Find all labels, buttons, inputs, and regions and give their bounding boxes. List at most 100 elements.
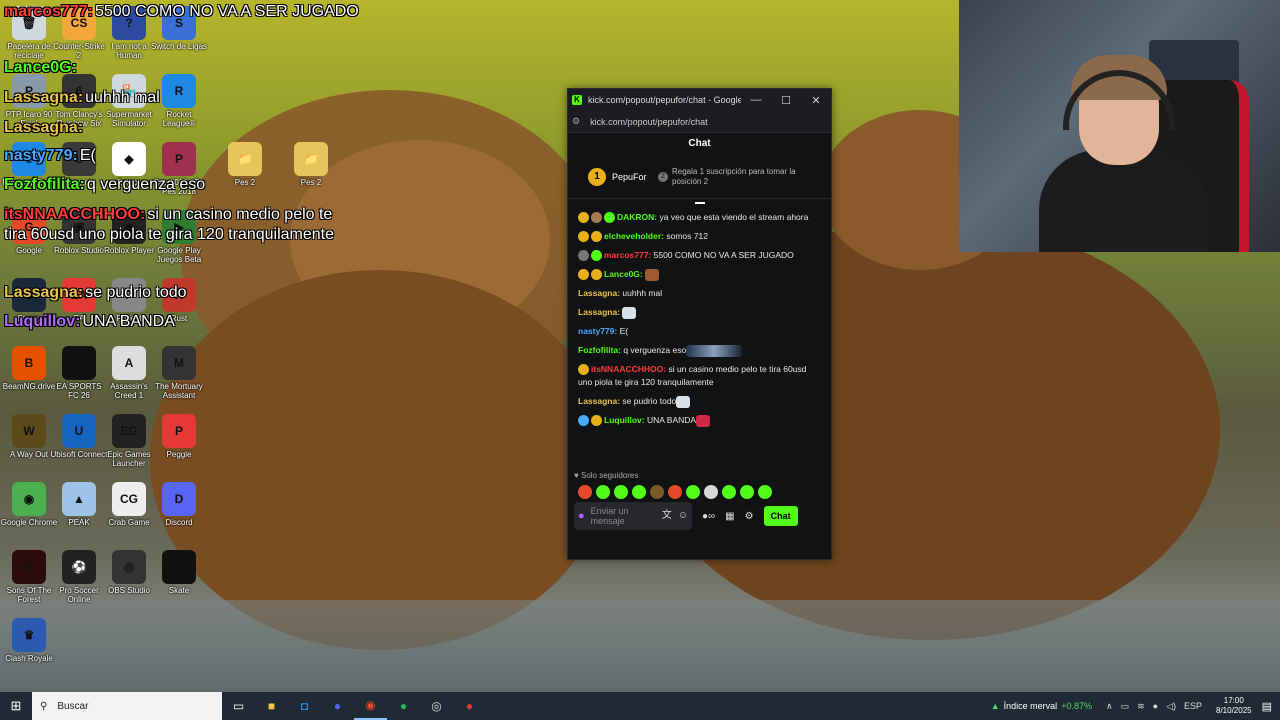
chat-username[interactable]: Lance0G:	[604, 269, 645, 279]
user-badge-icon	[578, 364, 589, 376]
desktop-shortcut[interactable]: 📁 Pes 2	[282, 142, 340, 187]
overlay-username: Lassagna:	[4, 89, 84, 106]
obs-icon[interactable]: ◎	[420, 692, 453, 720]
shortcut-label: Pes 2	[234, 178, 256, 187]
close-button[interactable]: ✕	[801, 94, 831, 107]
quick-emote-button[interactable]	[650, 485, 664, 499]
url-text[interactable]: kick.com/popout/pepufor/chat	[590, 117, 708, 127]
address-bar[interactable]: ⚙ kick.com/popout/pepufor/chat	[568, 111, 831, 133]
overlay-message: uuhhh mal	[85, 89, 160, 106]
chat-message[interactable]: itsNNAACCHHOO: si un casino medio pelo t…	[578, 363, 821, 389]
chat-message[interactable]: Luquillov: UNA BANDA	[578, 414, 821, 427]
chevron-up-icon[interactable]: ∧	[1106, 701, 1113, 712]
chat-username[interactable]: itsNNAACCHHOO:	[591, 364, 668, 374]
chat-popout-window[interactable]: K kick.com/popout/pepufor/chat - Google …	[567, 88, 832, 560]
chat-message[interactable]: Fozfofilita: q verguenza eso	[578, 344, 821, 357]
chat-message[interactable]: nasty779: E(	[578, 325, 821, 338]
discord-icon[interactable]: ●	[321, 692, 354, 720]
clock-date: 8/10/2025	[1216, 706, 1252, 715]
chat-message[interactable]: Lassagna: se pudrio todo	[578, 395, 821, 408]
language-indicator[interactable]: ESP	[1184, 701, 1202, 711]
chat-username[interactable]: marcos777:	[604, 250, 654, 260]
pinned-username[interactable]: PepuFor	[612, 172, 647, 182]
system-tray: ▲ Índice merval +0.87% ∧ ▭ ≋ ● ◁) ESP 17…	[987, 692, 1280, 720]
quick-emote-button[interactable]	[722, 485, 736, 499]
chat-text: ya veo que esta viendo el stream ahora	[659, 212, 809, 222]
followers-only-text: Solo seguidores	[580, 471, 639, 480]
recording-app-icon[interactable]: ●	[453, 692, 486, 720]
chat-message[interactable]: Lassagna: uuhhh mal	[578, 287, 821, 300]
send-chat-button[interactable]: Chat	[763, 506, 798, 526]
start-button[interactable]: ⊞	[0, 692, 32, 720]
chat-message[interactable]: Lassagna:	[578, 306, 821, 319]
overlay-username: Luquillov:	[4, 313, 81, 330]
chat-username[interactable]: Fozfofilita:	[578, 345, 623, 355]
file-explorer-icon[interactable]: ■	[255, 692, 288, 720]
users-icon[interactable]: ●∞	[702, 511, 715, 522]
overlay-chat-line: Lassagna: uuhhh mal	[4, 88, 160, 108]
microphone-icon[interactable]: ●	[578, 511, 585, 522]
chat-username[interactable]: Luquillov:	[604, 415, 647, 425]
chat-messages[interactable]: DAKRON: ya veo que esta viendo el stream…	[568, 199, 831, 469]
chat-username[interactable]: elcheveholder:	[604, 231, 666, 241]
task-view-icon[interactable]: ▭	[222, 692, 255, 720]
gift-icon[interactable]: ▦	[725, 511, 734, 522]
quick-emote-button[interactable]	[704, 485, 718, 499]
quick-emote-button[interactable]	[614, 485, 628, 499]
chat-input-placeholder[interactable]: Enviar un mensaje	[591, 506, 656, 526]
quick-emote-button[interactable]	[668, 485, 682, 499]
chrome-icon[interactable]: ◉	[354, 692, 387, 720]
quick-emote-button[interactable]	[632, 485, 646, 499]
chat-message[interactable]: Lance0G:	[578, 268, 821, 281]
store-icon[interactable]: ◘	[288, 692, 321, 720]
shortcut-icon: ⚽	[62, 550, 96, 584]
overlay-message: se pudrio todo	[85, 284, 187, 301]
stock-label[interactable]: Índice merval	[1004, 701, 1058, 711]
quick-emote-button[interactable]	[758, 485, 772, 499]
search-label: Buscar	[57, 700, 89, 712]
taskbar-search[interactable]: ⚲ Buscar	[32, 692, 222, 720]
site-settings-icon[interactable]: ⚙	[572, 116, 580, 127]
microphone-tray-icon[interactable]: ●	[1153, 701, 1158, 711]
gift-subscription-prompt[interactable]: 2 Regala 1 suscripción para tomar la pos…	[658, 167, 808, 187]
battery-icon[interactable]: ▭	[1121, 701, 1130, 712]
chat-username[interactable]: Lassagna:	[578, 307, 622, 317]
chat-username[interactable]: DAKRON:	[617, 212, 660, 222]
chat-input[interactable]: ● Enviar un mensaje 文 ☺	[574, 502, 692, 530]
user-badge-icon	[591, 415, 602, 427]
chat-text: somos 712	[666, 231, 708, 241]
emoji-icon[interactable]: ☺	[678, 511, 688, 521]
shortcut-label: Switch de Ligas	[150, 42, 208, 51]
quick-emote-button[interactable]	[686, 485, 700, 499]
pinned-subscriber-bar[interactable]: 1 PepuFor 2 Regala 1 suscripción para to…	[568, 155, 831, 199]
chat-username[interactable]: nasty779:	[578, 326, 620, 336]
chat-message[interactable]: elcheveholder: somos 712	[578, 230, 821, 243]
chat-username[interactable]: Lassagna:	[578, 288, 622, 298]
volume-icon[interactable]: ◁)	[1166, 701, 1176, 712]
shortcut-icon: ◆	[112, 142, 146, 176]
chat-username[interactable]: Lassagna:	[578, 396, 622, 406]
clock[interactable]: 17:00 8/10/2025	[1216, 696, 1252, 716]
spotify-icon[interactable]: ●	[387, 692, 420, 720]
desktop-shortcut[interactable]: 📁 Pes 2	[216, 142, 274, 187]
chat-message[interactable]: DAKRON: ya veo que esta viendo el stream…	[578, 211, 821, 224]
desktop-shortcut[interactable]: sk Skate	[150, 550, 208, 595]
network-icon[interactable]: ≋	[1137, 701, 1145, 712]
emote-quickbar[interactable]	[568, 483, 831, 499]
window-titlebar[interactable]: K kick.com/popout/pepufor/chat - Google …	[568, 89, 831, 111]
chat-message[interactable]: marcos777: 5500 COMO NO VA A SER JUGADO	[578, 249, 821, 262]
desktop-shortcut[interactable]: M The Mortuary Assistant	[150, 346, 208, 400]
user-badge-icon	[578, 415, 589, 427]
notification-icon[interactable]: ▤	[1262, 700, 1272, 713]
quick-emote-button[interactable]	[578, 485, 592, 499]
translate-icon[interactable]: 文	[662, 511, 672, 521]
overlay-username: marcos777:	[4, 3, 93, 20]
settings-gear-icon[interactable]: ⚙	[745, 511, 754, 522]
quick-emote-button[interactable]	[740, 485, 754, 499]
minimize-button[interactable]: —	[741, 94, 771, 106]
desktop-shortcut[interactable]: D Discord	[150, 482, 208, 527]
quick-emote-button[interactable]	[596, 485, 610, 499]
maximize-button[interactable]: ☐	[771, 94, 801, 107]
desktop-shortcut[interactable]: P Peggle	[150, 414, 208, 459]
desktop-shortcut[interactable]: ♛ Clash Royale	[0, 618, 58, 663]
